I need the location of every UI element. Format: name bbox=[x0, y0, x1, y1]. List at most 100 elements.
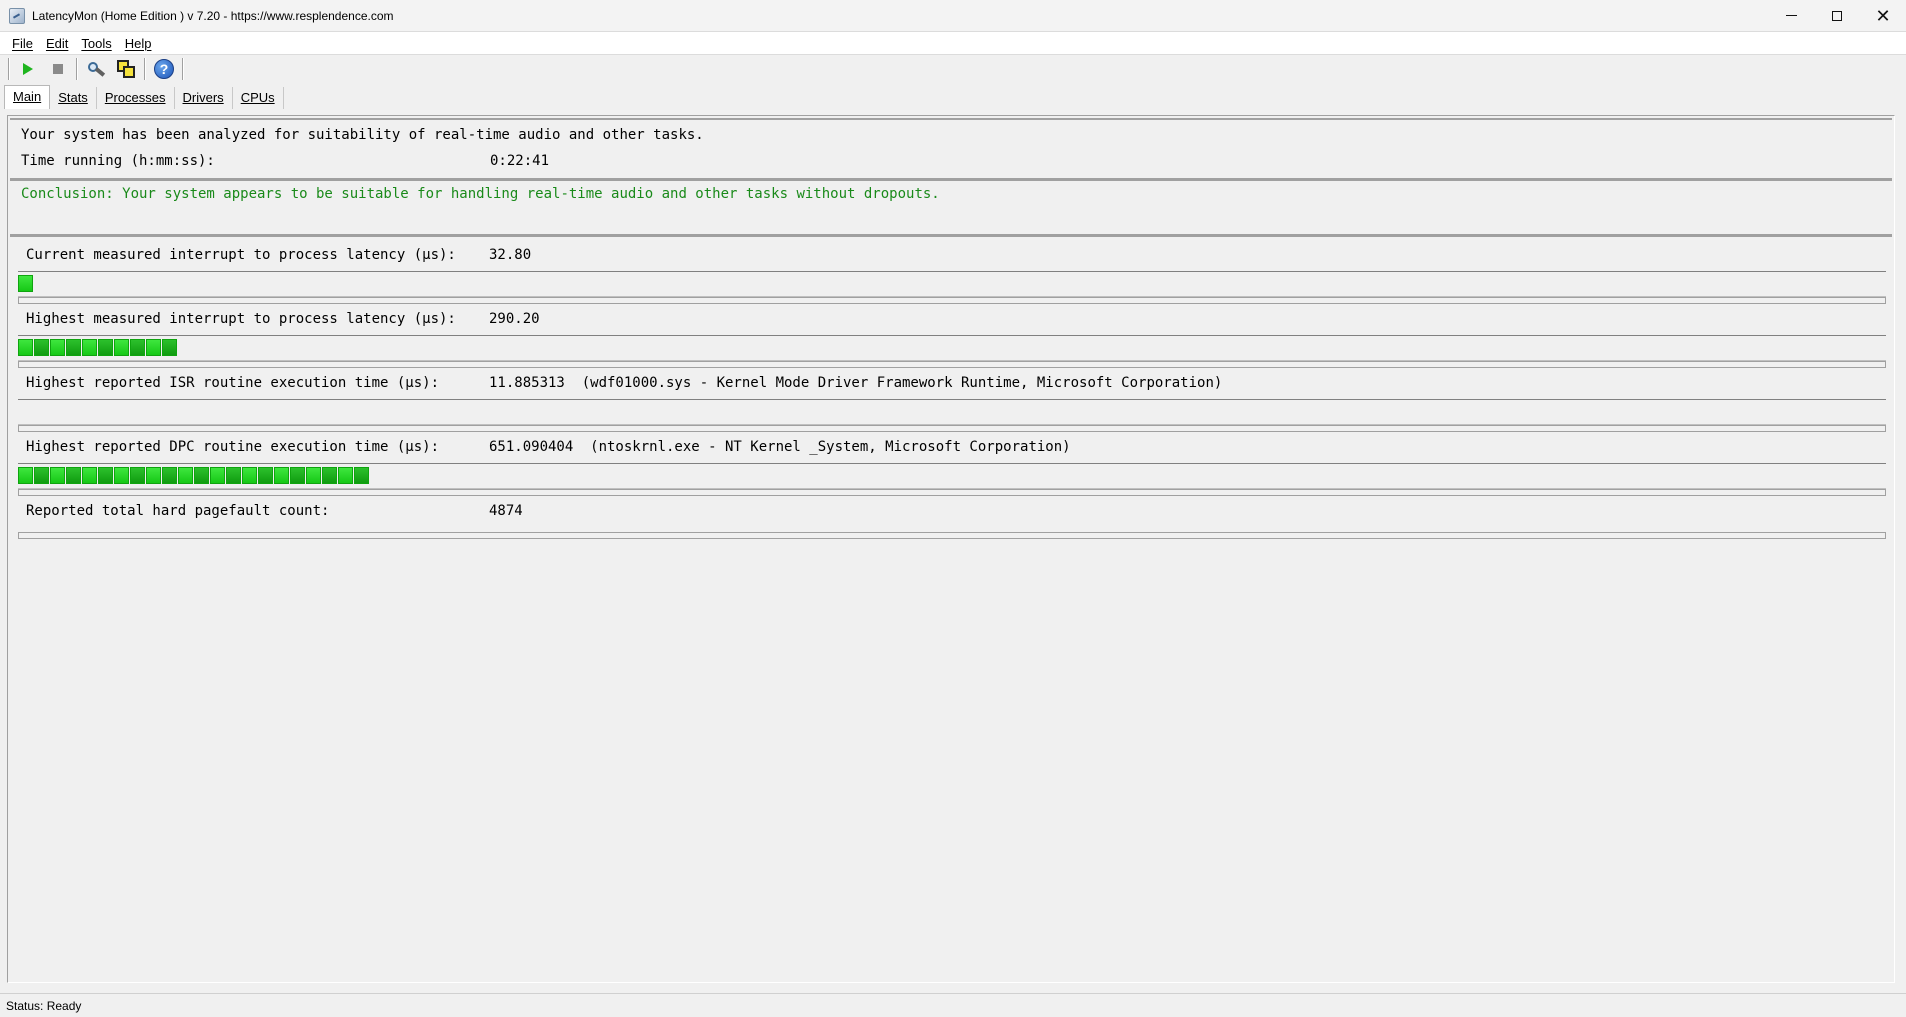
bar-fill bbox=[18, 275, 34, 292]
bar-segment bbox=[34, 339, 49, 356]
tab-stats-label: Stats bbox=[58, 90, 88, 105]
bar-segment bbox=[50, 467, 65, 484]
dpc-execution-label: Highest reported DPC routine execution t… bbox=[26, 439, 440, 455]
bar-segment bbox=[130, 339, 145, 356]
title-bar: LatencyMon (Home Edition ) v 7.20 - http… bbox=[0, 0, 1906, 31]
bar-segment bbox=[306, 467, 321, 484]
bar-segment bbox=[66, 467, 81, 484]
bar-segment bbox=[322, 467, 337, 484]
bar-segment bbox=[258, 467, 273, 484]
start-button[interactable] bbox=[15, 56, 41, 82]
current-latency-label: Current measured interrupt to process la… bbox=[26, 247, 456, 263]
bar-segment bbox=[98, 339, 113, 356]
time-running-value: 0:22:41 bbox=[490, 153, 550, 169]
bar-segment bbox=[66, 339, 81, 356]
dpc-execution-bar bbox=[18, 463, 1886, 496]
tools-icon bbox=[87, 60, 106, 78]
status-bar: Status: Ready bbox=[0, 993, 1906, 1017]
isr-execution-value: 11.885313 (wdf01000.sys - Kernel Mode Dr… bbox=[489, 375, 1223, 391]
tab-main-label: Main bbox=[13, 89, 42, 104]
highest-latency-label: Highest measured interrupt to process la… bbox=[26, 311, 456, 327]
minimize-icon bbox=[1785, 15, 1797, 16]
highest-latency-value: 290.20 bbox=[489, 311, 540, 327]
bar-segment bbox=[162, 467, 177, 484]
menu-edit[interactable]: Edit bbox=[42, 36, 72, 51]
measurements-section: Current measured interrupt to process la… bbox=[10, 234, 1892, 567]
play-icon bbox=[23, 63, 33, 75]
toolbar-separator bbox=[76, 58, 78, 80]
analysis-message: Your system has been analyzed for suitab… bbox=[21, 127, 704, 143]
tab-strip: Main Stats Processes Drivers CPUs bbox=[4, 85, 284, 109]
menu-file[interactable]: File bbox=[8, 36, 37, 51]
bar-fill bbox=[18, 467, 370, 484]
status-text: Status: Ready bbox=[6, 998, 82, 1013]
bar-fill bbox=[18, 339, 178, 356]
tab-drivers[interactable]: Drivers bbox=[175, 87, 233, 109]
bar-segment bbox=[226, 467, 241, 484]
bar-segment bbox=[194, 467, 209, 484]
isr-execution-label: Highest reported ISR routine execution t… bbox=[26, 375, 440, 391]
tools-button[interactable] bbox=[83, 56, 109, 82]
pagefault-label: Reported total hard pagefault count: bbox=[26, 503, 330, 519]
menu-help[interactable]: Help bbox=[121, 36, 156, 51]
pagefault-bar bbox=[18, 532, 1886, 539]
bar-segment bbox=[18, 339, 33, 356]
bar-segment bbox=[82, 339, 97, 356]
current-latency-bar bbox=[18, 271, 1886, 304]
tab-drivers-label: Drivers bbox=[182, 90, 224, 105]
app-icon bbox=[9, 7, 25, 24]
tab-cpus-label: CPUs bbox=[240, 90, 275, 105]
bar-segment bbox=[338, 467, 353, 484]
bar-segment bbox=[34, 467, 49, 484]
bar-segment bbox=[290, 467, 305, 484]
stop-icon bbox=[53, 64, 63, 74]
current-latency-value: 32.80 bbox=[489, 247, 532, 263]
toolbar-separator bbox=[8, 58, 10, 80]
bar-segment bbox=[18, 275, 33, 292]
bar-segment bbox=[98, 467, 113, 484]
bar-segment bbox=[210, 467, 225, 484]
time-running-label: Time running (h:mm:ss): bbox=[21, 153, 215, 169]
windows-icon bbox=[117, 60, 135, 78]
conclusion-section: Conclusion: Your system appears to be su… bbox=[10, 178, 1892, 236]
bar-segment bbox=[82, 467, 97, 484]
bar-segment bbox=[354, 467, 369, 484]
menu-tools[interactable]: Tools bbox=[77, 36, 115, 51]
tab-processes[interactable]: Processes bbox=[97, 87, 175, 109]
minimize-button[interactable] bbox=[1768, 0, 1814, 31]
summary-section: Your system has been analyzed for suitab… bbox=[10, 118, 1892, 179]
isr-execution-bar bbox=[18, 399, 1886, 432]
bar-segment bbox=[178, 467, 193, 484]
tab-cpus[interactable]: CPUs bbox=[233, 87, 284, 109]
menu-bar: File Edit Tools Help bbox=[0, 31, 1906, 55]
bar-segment bbox=[114, 467, 129, 484]
help-icon: ? bbox=[154, 59, 174, 79]
bar-segment bbox=[18, 467, 33, 484]
bar-segment bbox=[50, 339, 65, 356]
bar-segment bbox=[146, 339, 161, 356]
toolbar: ? bbox=[0, 54, 1906, 84]
toolbar-separator bbox=[182, 58, 184, 80]
maximize-button[interactable] bbox=[1814, 0, 1860, 31]
bar-segment bbox=[162, 339, 177, 356]
dpc-execution-value: 651.090404 (ntoskrnl.exe - NT Kernel _Sy… bbox=[489, 439, 1071, 455]
window-controls: ✕ bbox=[1768, 0, 1906, 31]
bar-segment bbox=[274, 467, 289, 484]
tab-stats[interactable]: Stats bbox=[50, 87, 97, 109]
bar-segment bbox=[130, 467, 145, 484]
highest-latency-bar bbox=[18, 335, 1886, 368]
bar-segment bbox=[242, 467, 257, 484]
main-panel: Your system has been analyzed for suitab… bbox=[7, 115, 1895, 983]
windows-button[interactable] bbox=[113, 56, 139, 82]
close-icon: ✕ bbox=[1875, 5, 1891, 26]
stop-button[interactable] bbox=[45, 56, 71, 82]
conclusion-text: Conclusion: Your system appears to be su… bbox=[21, 186, 940, 202]
window-title: LatencyMon (Home Edition ) v 7.20 - http… bbox=[32, 8, 394, 23]
close-button[interactable]: ✕ bbox=[1860, 0, 1906, 31]
pagefault-value: 4874 bbox=[489, 503, 523, 519]
help-button[interactable]: ? bbox=[151, 56, 177, 82]
maximize-icon bbox=[1832, 10, 1842, 21]
tab-main[interactable]: Main bbox=[4, 85, 51, 109]
bar-segment bbox=[146, 467, 161, 484]
bar-segment bbox=[114, 339, 129, 356]
